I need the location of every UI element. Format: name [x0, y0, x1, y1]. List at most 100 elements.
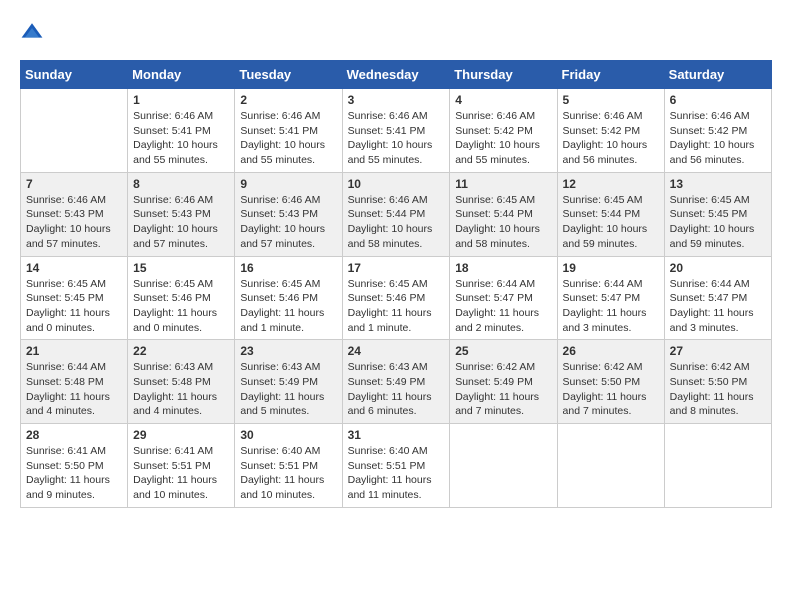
calendar-cell: 19Sunrise: 6:44 AM Sunset: 5:47 PM Dayli… [557, 256, 664, 340]
calendar-cell: 7 Sunrise: 6:46 AM Sunset: 5:43 PM Daylig… [21, 172, 128, 256]
calendar-cell: 6 Sunrise: 6:46 AM Sunset: 5:42 PM Daylig… [664, 89, 771, 173]
calendar-cell: 17 Sunrise: 6:45 AM Sunset: 5:46 PM Dayli… [342, 256, 450, 340]
day-number: 6 [670, 93, 766, 107]
weekday-header-cell: Tuesday [235, 61, 342, 89]
day-number: 9 [240, 177, 336, 191]
calendar-body: 1 Sunrise: 6:46 AM Sunset: 5:41 PM Daylig… [21, 89, 772, 508]
weekday-header-cell: Sunday [21, 61, 128, 89]
day-number: 17 [348, 261, 445, 275]
day-number: 1 [133, 93, 229, 107]
calendar-cell: 28 Sunrise: 6:41 AM Sunset: 5:50 PM Dayli… [21, 424, 128, 508]
day-info: Sunrise: 6:45 AM Sunset: 5:45 PM Dayligh… [670, 193, 766, 252]
calendar-cell: 16 Sunrise: 6:45 AM Sunset: 5:46 PM Dayli… [235, 256, 342, 340]
day-info: Sunrise: 6:41 AM Sunset: 5:51 PM Dayligh… [133, 444, 229, 503]
calendar-cell [664, 424, 771, 508]
calendar-cell [557, 424, 664, 508]
day-info: Sunrise: 6:46 AM Sunset: 5:43 PM Dayligh… [26, 193, 122, 252]
calendar-cell: 18 Sunrise: 6:44 AM Sunset: 5:47 PM Dayli… [450, 256, 557, 340]
calendar-cell: 23Sunrise: 6:43 AM Sunset: 5:49 PM Dayli… [235, 340, 342, 424]
day-info: Sunrise: 6:46 AM Sunset: 5:44 PM Dayligh… [348, 193, 445, 252]
calendar-cell: 2 Sunrise: 6:46 AM Sunset: 5:41 PM Daylig… [235, 89, 342, 173]
page-header [20, 20, 772, 44]
day-number: 25 [455, 344, 551, 358]
day-info: Sunrise: 6:46 AM Sunset: 5:43 PM Dayligh… [133, 193, 229, 252]
day-number: 2 [240, 93, 336, 107]
day-number: 26 [563, 344, 659, 358]
weekday-header-cell: Thursday [450, 61, 557, 89]
day-info: Sunrise: 6:46 AM Sunset: 5:43 PM Dayligh… [240, 193, 336, 252]
day-number: 7 [26, 177, 122, 191]
day-info: Sunrise: 6:43 AM Sunset: 5:49 PM Dayligh… [348, 360, 445, 419]
calendar-cell: 4 Sunrise: 6:46 AM Sunset: 5:42 PM Daylig… [450, 89, 557, 173]
weekday-header-cell: Wednesday [342, 61, 450, 89]
calendar-cell: 30Sunrise: 6:40 AM Sunset: 5:51 PM Dayli… [235, 424, 342, 508]
day-number: 29 [133, 428, 229, 442]
calendar-cell: 27 Sunrise: 6:42 AM Sunset: 5:50 PM Dayli… [664, 340, 771, 424]
weekday-header-cell: Saturday [664, 61, 771, 89]
day-info: Sunrise: 6:46 AM Sunset: 5:42 PM Dayligh… [563, 109, 659, 168]
day-info: Sunrise: 6:45 AM Sunset: 5:46 PM Dayligh… [133, 277, 229, 336]
logo-icon [20, 20, 44, 44]
day-number: 11 [455, 177, 551, 191]
calendar-cell: 11Sunrise: 6:45 AM Sunset: 5:44 PM Dayli… [450, 172, 557, 256]
day-number: 27 [670, 344, 766, 358]
day-info: Sunrise: 6:41 AM Sunset: 5:50 PM Dayligh… [26, 444, 122, 503]
day-number: 8 [133, 177, 229, 191]
day-number: 13 [670, 177, 766, 191]
calendar-cell: 15 Sunrise: 6:45 AM Sunset: 5:46 PM Dayli… [128, 256, 235, 340]
calendar-table: SundayMondayTuesdayWednesdayThursdayFrid… [20, 60, 772, 508]
calendar-cell: 12 Sunrise: 6:45 AM Sunset: 5:44 PM Dayli… [557, 172, 664, 256]
day-info: Sunrise: 6:40 AM Sunset: 5:51 PM Dayligh… [348, 444, 445, 503]
day-number: 16 [240, 261, 336, 275]
day-info: Sunrise: 6:44 AM Sunset: 5:47 PM Dayligh… [455, 277, 551, 336]
calendar-cell: 26 Sunrise: 6:42 AM Sunset: 5:50 PM Dayli… [557, 340, 664, 424]
calendar-week-row: 7 Sunrise: 6:46 AM Sunset: 5:43 PM Daylig… [21, 172, 772, 256]
calendar-cell: 31 Sunrise: 6:40 AM Sunset: 5:51 PM Dayli… [342, 424, 450, 508]
day-number: 10 [348, 177, 445, 191]
day-number: 20 [670, 261, 766, 275]
day-number: 3 [348, 93, 445, 107]
day-info: Sunrise: 6:45 AM Sunset: 5:46 PM Dayligh… [348, 277, 445, 336]
calendar-week-row: 28 Sunrise: 6:41 AM Sunset: 5:50 PM Dayli… [21, 424, 772, 508]
day-number: 15 [133, 261, 229, 275]
calendar-cell [21, 89, 128, 173]
day-info: Sunrise: 6:42 AM Sunset: 5:50 PM Dayligh… [563, 360, 659, 419]
calendar-week-row: 1 Sunrise: 6:46 AM Sunset: 5:41 PM Daylig… [21, 89, 772, 173]
calendar-cell: 9 Sunrise: 6:46 AM Sunset: 5:43 PM Daylig… [235, 172, 342, 256]
day-info: Sunrise: 6:44 AM Sunset: 5:47 PM Dayligh… [670, 277, 766, 336]
day-info: Sunrise: 6:45 AM Sunset: 5:46 PM Dayligh… [240, 277, 336, 336]
calendar-cell: 14Sunrise: 6:45 AM Sunset: 5:45 PM Dayli… [21, 256, 128, 340]
day-info: Sunrise: 6:45 AM Sunset: 5:44 PM Dayligh… [563, 193, 659, 252]
day-number: 18 [455, 261, 551, 275]
day-number: 4 [455, 93, 551, 107]
day-info: Sunrise: 6:46 AM Sunset: 5:41 PM Dayligh… [240, 109, 336, 168]
calendar-cell: 24Sunrise: 6:43 AM Sunset: 5:49 PM Dayli… [342, 340, 450, 424]
day-info: Sunrise: 6:40 AM Sunset: 5:51 PM Dayligh… [240, 444, 336, 503]
day-number: 14 [26, 261, 122, 275]
calendar-cell: 8 Sunrise: 6:46 AM Sunset: 5:43 PM Daylig… [128, 172, 235, 256]
day-number: 28 [26, 428, 122, 442]
day-info: Sunrise: 6:46 AM Sunset: 5:42 PM Dayligh… [670, 109, 766, 168]
day-info: Sunrise: 6:46 AM Sunset: 5:42 PM Dayligh… [455, 109, 551, 168]
calendar-cell [450, 424, 557, 508]
day-number: 31 [348, 428, 445, 442]
weekday-header-cell: Monday [128, 61, 235, 89]
calendar-cell: 1Sunrise: 6:46 AM Sunset: 5:41 PM Daylig… [128, 89, 235, 173]
calendar-cell: 29 Sunrise: 6:41 AM Sunset: 5:51 PM Dayli… [128, 424, 235, 508]
calendar-cell: 13 Sunrise: 6:45 AM Sunset: 5:45 PM Dayli… [664, 172, 771, 256]
calendar-cell: 20 Sunrise: 6:44 AM Sunset: 5:47 PM Dayli… [664, 256, 771, 340]
calendar-cell: 10 Sunrise: 6:46 AM Sunset: 5:44 PM Dayli… [342, 172, 450, 256]
weekday-header-cell: Friday [557, 61, 664, 89]
day-number: 5 [563, 93, 659, 107]
calendar-cell: 22Sunrise: 6:43 AM Sunset: 5:48 PM Dayli… [128, 340, 235, 424]
day-info: Sunrise: 6:42 AM Sunset: 5:50 PM Dayligh… [670, 360, 766, 419]
day-number: 12 [563, 177, 659, 191]
day-number: 19 [563, 261, 659, 275]
calendar-cell: 3Sunrise: 6:46 AM Sunset: 5:41 PM Daylig… [342, 89, 450, 173]
calendar-week-row: 21Sunrise: 6:44 AM Sunset: 5:48 PM Dayli… [21, 340, 772, 424]
calendar-cell: 25Sunrise: 6:42 AM Sunset: 5:49 PM Dayli… [450, 340, 557, 424]
day-info: Sunrise: 6:43 AM Sunset: 5:48 PM Dayligh… [133, 360, 229, 419]
calendar-cell: 5 Sunrise: 6:46 AM Sunset: 5:42 PM Daylig… [557, 89, 664, 173]
day-info: Sunrise: 6:43 AM Sunset: 5:49 PM Dayligh… [240, 360, 336, 419]
calendar-cell: 21Sunrise: 6:44 AM Sunset: 5:48 PM Dayli… [21, 340, 128, 424]
